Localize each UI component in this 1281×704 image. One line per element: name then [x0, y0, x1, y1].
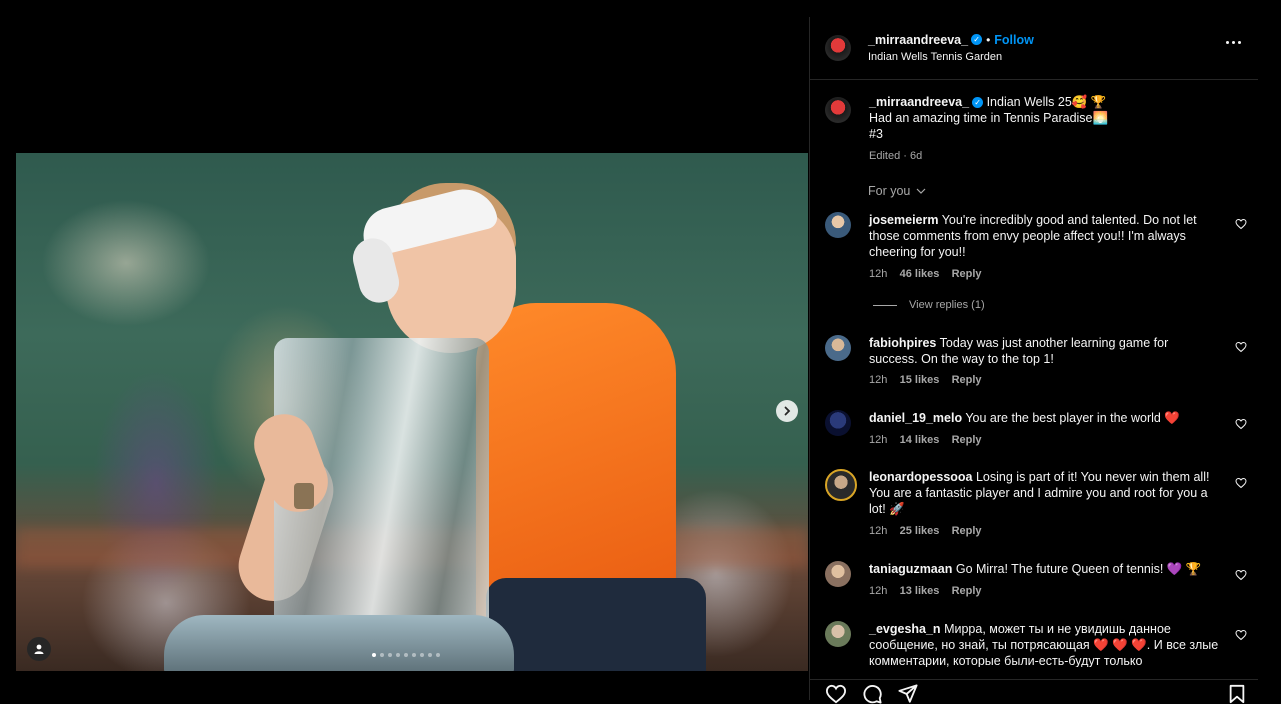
share-icon[interactable]	[898, 684, 918, 704]
comment-reply-button[interactable]: Reply	[952, 585, 982, 597]
comment-username[interactable]: _evgesha_n	[869, 622, 941, 636]
author-line: _mirraandreeva_ ✓ • Follow	[868, 31, 1034, 49]
comment-username[interactable]: taniaguzmaan	[869, 562, 952, 576]
heart-icon[interactable]	[1235, 218, 1247, 230]
user-tag-icon	[34, 644, 44, 654]
comment-text: Go Mirra! The future Queen of tennis! 💜 …	[955, 562, 1202, 576]
caption-line-2: Had an amazing time in Tennis Paradise🌅	[869, 111, 1109, 125]
comments-filter-dropdown[interactable]: For you	[868, 184, 926, 198]
comment-text: You are the best player in the world ❤️	[965, 411, 1180, 425]
more-options-button[interactable]	[1226, 41, 1241, 44]
comment-likes[interactable]: 14 likes	[900, 434, 940, 446]
photo-watch	[294, 483, 314, 509]
view-replies-button[interactable]: View replies (1)	[873, 299, 985, 311]
carousel-dot	[436, 653, 440, 657]
caption-avatar[interactable]	[825, 97, 851, 123]
commenter-avatar[interactable]	[825, 469, 857, 501]
comment-time: 12h	[869, 525, 888, 537]
commenter-avatar[interactable]	[825, 410, 851, 436]
heart-icon[interactable]	[1235, 477, 1247, 489]
carousel-dot	[372, 653, 376, 657]
heart-icon[interactable]	[1235, 629, 1247, 641]
comment-body: fabiohpires Today was just another learn…	[869, 335, 1219, 367]
comment-username[interactable]: leonardopessooa	[869, 470, 973, 484]
comment-likes[interactable]: 15 likes	[900, 374, 940, 386]
comment-reply-button[interactable]: Reply	[952, 374, 982, 386]
verified-icon: ✓	[971, 34, 983, 46]
comment-time: 12h	[869, 268, 888, 280]
view-replies-label: View replies (1)	[909, 299, 985, 311]
user-tag-button[interactable]	[27, 637, 51, 661]
edited-time: Edited · 6d	[869, 150, 923, 162]
comment-likes[interactable]: 46 likes	[900, 268, 940, 280]
comment-meta: 12h 46 likes Reply	[869, 268, 982, 280]
comment-reply-button[interactable]: Reply	[952, 434, 982, 446]
caption-line-1: Indian Wells 25🥰 🏆	[986, 95, 1107, 109]
post-side-panel: _mirraandreeva_ ✓ • Follow Indian Wells Ten…	[809, 17, 1281, 704]
comment-item: _evgesha_n Мирра, может ты и не увидишь …	[810, 621, 1258, 667]
caption-username[interactable]: _mirraandreeva_	[869, 95, 969, 109]
verified-icon: ✓	[972, 97, 984, 109]
comment-body: leonardopessooa Losing is part of it! Yo…	[869, 469, 1219, 517]
comment-reply-button[interactable]: Reply	[952, 525, 982, 537]
comment-meta: 12h 14 likes Reply	[869, 434, 982, 446]
comment-body: daniel_19_melo You are the best player i…	[869, 410, 1219, 426]
comment-username[interactable]: josemeierm	[869, 213, 938, 227]
comment-username[interactable]: fabiohpires	[869, 336, 936, 350]
comment-username[interactable]: daniel_19_melo	[869, 411, 962, 425]
separator: •	[986, 33, 991, 47]
comment-meta: 12h 25 likes Reply	[869, 525, 982, 537]
heart-icon[interactable]	[1235, 341, 1247, 353]
comment-body: _evgesha_n Мирра, может ты и не увидишь …	[869, 621, 1219, 667]
comment-icon[interactable]	[862, 684, 882, 704]
comment-meta: 12h 15 likes Reply	[869, 374, 982, 386]
more-icon	[1226, 41, 1229, 44]
caption-hashtag[interactable]: #3	[869, 126, 1229, 142]
commenter-avatar[interactable]	[825, 335, 851, 361]
chevron-right-icon	[784, 406, 791, 416]
carousel-dot	[428, 653, 432, 657]
comment-meta: 12h 13 likes Reply	[869, 585, 982, 597]
photo-player-skirt	[486, 578, 706, 671]
comment-time: 12h	[869, 585, 888, 597]
post-photo[interactable]	[16, 153, 808, 671]
chevron-down-icon	[916, 188, 926, 194]
carousel-dots	[372, 653, 440, 657]
comment-time: 12h	[869, 374, 888, 386]
post-action-bar	[810, 679, 1258, 704]
heart-icon[interactable]	[1235, 569, 1247, 581]
comment-body: taniaguzmaan Go Mirra! The future Queen …	[869, 561, 1219, 577]
comment-likes[interactable]: 13 likes	[900, 585, 940, 597]
heart-icon[interactable]	[825, 684, 847, 704]
commenter-avatar[interactable]	[825, 561, 851, 587]
carousel-next-button[interactable]	[776, 400, 798, 422]
carousel-dot	[396, 653, 400, 657]
carousel-dot	[412, 653, 416, 657]
author-avatar[interactable]	[825, 35, 851, 61]
view-replies-line	[873, 304, 897, 306]
comment-body: josemeierm You're incredibly good and ta…	[869, 212, 1219, 260]
bookmark-icon[interactable]	[1228, 684, 1246, 704]
comment-likes[interactable]: 25 likes	[900, 525, 940, 537]
post-location[interactable]: Indian Wells Tennis Garden	[868, 51, 1002, 63]
author-username[interactable]: _mirraandreeva_	[868, 33, 968, 47]
post-header: _mirraandreeva_ ✓ • Follow Indian Wells Ten…	[810, 17, 1258, 80]
comment-time: 12h	[869, 434, 888, 446]
carousel-dot	[388, 653, 392, 657]
photo-trophy-base	[164, 615, 514, 671]
carousel-dot	[404, 653, 408, 657]
carousel-dot	[380, 653, 384, 657]
commenter-avatar[interactable]	[825, 212, 851, 238]
follow-button[interactable]: Follow	[994, 33, 1034, 47]
carousel-dot	[420, 653, 424, 657]
comment-reply-button[interactable]: Reply	[952, 268, 982, 280]
commenter-avatar[interactable]	[825, 621, 851, 647]
heart-icon[interactable]	[1235, 418, 1247, 430]
comments-filter-label: For you	[868, 184, 911, 198]
